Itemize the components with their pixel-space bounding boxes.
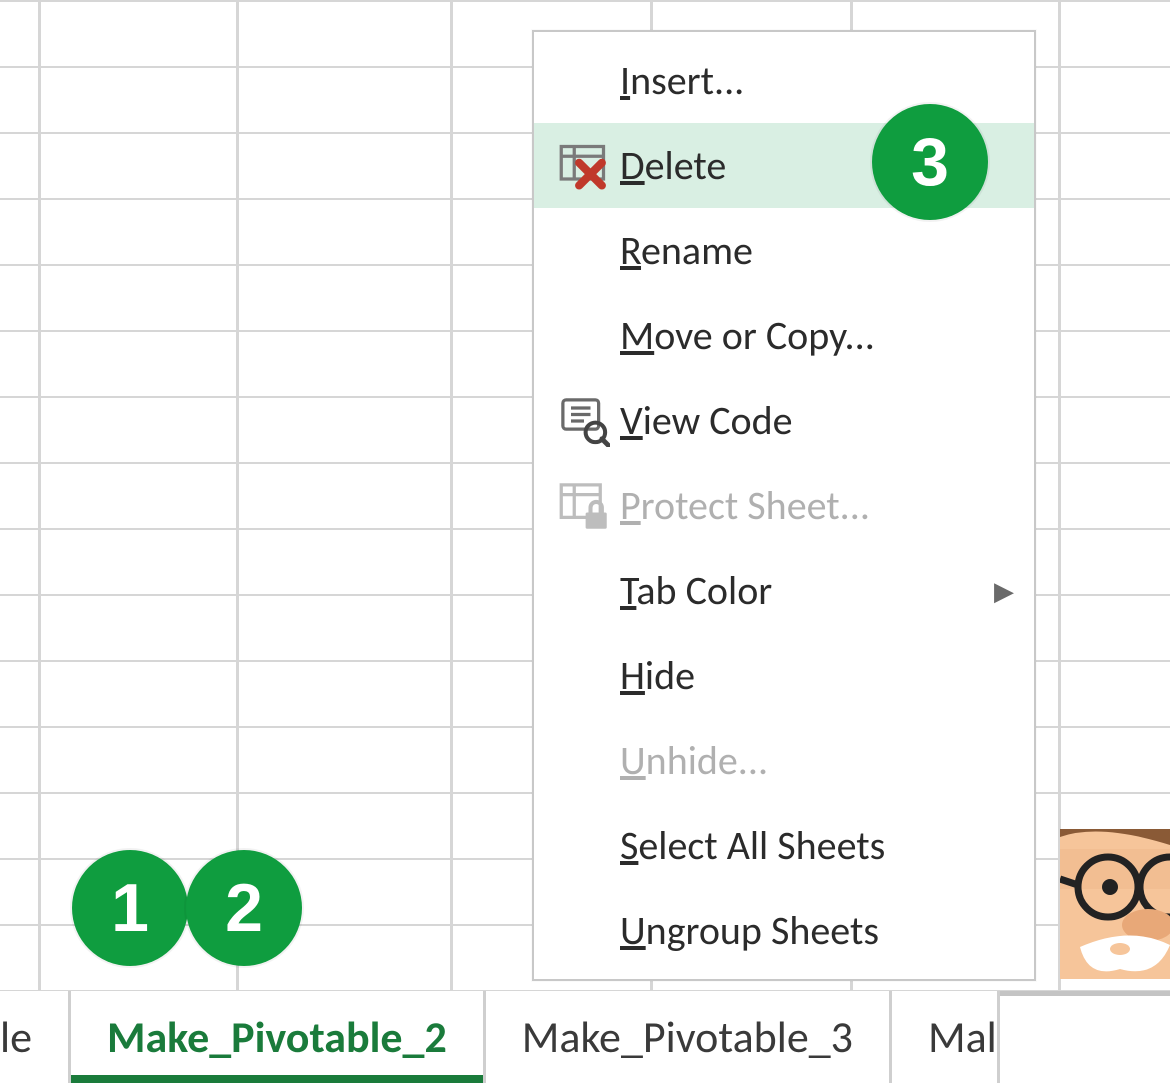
protect-sheet-icon	[548, 480, 620, 532]
menu-item-label: Select All Sheets	[620, 821, 1014, 870]
grid-row-border	[0, 0, 1170, 2]
menu-item-label: Unhide...	[620, 736, 1014, 785]
grid-col-border	[38, 0, 41, 991]
sheet-tab-make-pivotable-2[interactable]: Make_Pivotable_2	[71, 991, 486, 1083]
menu-item-rename[interactable]: Rename	[534, 208, 1034, 293]
menu-item-unhide: Unhide...	[534, 718, 1034, 803]
active-tab-underline	[71, 1075, 483, 1083]
submenu-chevron-icon: ▶	[994, 575, 1014, 607]
sheet-tab-label: Make_Pivotable_3	[522, 1010, 853, 1064]
sheet-tab-strip: le Make_Pivotable_2 Make_Pivotable_3 Mal	[0, 991, 1170, 1083]
sheet-tab[interactable]: le	[0, 991, 71, 1083]
menu-item-label: Tab Color	[620, 566, 984, 615]
grid-col-border	[450, 0, 453, 991]
sheet-tab-label: Mal	[928, 1010, 997, 1064]
menu-item-label: View Code	[620, 396, 1014, 445]
annotation-badge-2: 2	[186, 850, 302, 966]
menu-item-label: Insert...	[620, 56, 1014, 105]
menu-item-label: Protect Sheet...	[620, 481, 1014, 530]
assistant-avatar	[1060, 829, 1170, 979]
sheet-tab[interactable]: Mal	[892, 991, 1000, 1083]
menu-item-label: Move or Copy...	[620, 311, 1014, 360]
menu-item-select-all-sheets[interactable]: Select All Sheets	[534, 803, 1034, 888]
delete-sheet-icon	[548, 140, 620, 192]
menu-item-label: Hide	[620, 651, 1014, 700]
annotation-badge-3: 3	[872, 104, 988, 220]
menu-item-protect-sheet: Protect Sheet...	[534, 463, 1034, 548]
menu-item-hide[interactable]: Hide	[534, 633, 1034, 718]
view-code-icon	[548, 395, 620, 447]
menu-item-ungroup-sheets[interactable]: Ungroup Sheets	[534, 888, 1034, 973]
sheet-tab-label: Make_Pivotable_2	[107, 1010, 447, 1064]
annotation-badge-1: 1	[72, 850, 188, 966]
grid-col-border	[236, 0, 239, 991]
menu-item-view-code[interactable]: View Code	[534, 378, 1034, 463]
menu-item-label: Rename	[620, 226, 1014, 275]
menu-item-label: Ungroup Sheets	[620, 906, 1014, 955]
sheet-tab-label: le	[0, 1010, 32, 1064]
sheet-tab-make-pivotable-3[interactable]: Make_Pivotable_3	[486, 991, 892, 1083]
menu-item-move-or-copy[interactable]: Move or Copy...	[534, 293, 1034, 378]
menu-item-tab-color[interactable]: Tab Color ▶	[534, 548, 1034, 633]
menu-item-insert[interactable]: Insert...	[534, 38, 1034, 123]
